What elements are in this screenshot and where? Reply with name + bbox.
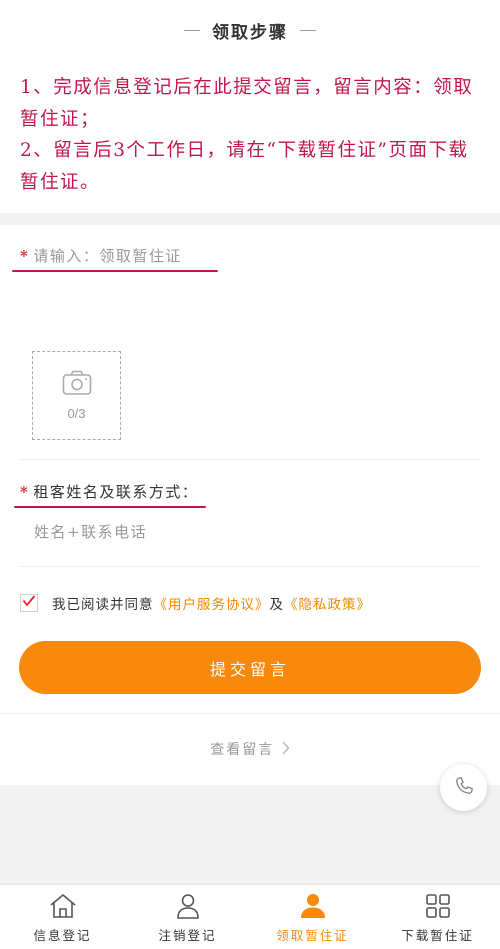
user-filled-icon [298, 891, 328, 921]
divider [20, 566, 480, 567]
tenant-underline [14, 506, 206, 508]
phone-call-button[interactable] [440, 764, 487, 811]
divider [0, 713, 500, 714]
camera-icon [62, 370, 92, 400]
terms-link[interactable]: 《用户服务协议》 [154, 593, 270, 613]
grid-icon [423, 891, 453, 921]
upload-count: 0/3 [67, 406, 86, 421]
steps-instructions: 1、完成信息登记后在此提交留言，留言内容：领取暂住证； 2、留言后3个工作日，请… [0, 60, 500, 213]
step-1: 1、完成信息登记后在此提交留言，留言内容：领取暂住证； [20, 77, 474, 130]
agreement-checkbox[interactable] [20, 594, 38, 612]
title-right-dash [300, 29, 316, 31]
user-icon [173, 891, 203, 921]
section-title: 领取步骤 [212, 22, 288, 43]
image-upload-button[interactable]: 0/3 [32, 351, 121, 440]
title-left-dash [184, 29, 200, 31]
bottom-tab-bar: 信息登记 注销登记 领取暂住证 下载暂住证 [0, 884, 500, 949]
required-mark: * [20, 483, 30, 501]
agreement-row: 我已阅读并同意 《用户服务协议》 及 《隐私政策》 [20, 593, 371, 613]
section-header: 领取步骤 [0, 0, 500, 60]
check-icon [22, 595, 36, 611]
required-mark: * [20, 247, 30, 265]
tab-label: 领取暂住证 [276, 928, 349, 943]
home-icon [48, 891, 78, 921]
tab-download-permit[interactable]: 下载暂住证 [375, 885, 500, 949]
tenant-label: 租客姓名及联系方式： [33, 483, 199, 501]
privacy-link[interactable]: 《隐私政策》 [284, 593, 371, 613]
submit-button[interactable]: 提交留言 [19, 641, 481, 694]
tenant-input[interactable]: 姓名+联系电话 [34, 521, 147, 542]
tab-label: 下载暂住证 [401, 928, 474, 943]
step-2: 2、留言后3个工作日，请在“下载暂住证”页面下载暂住证。 [20, 140, 469, 193]
tenant-field-label: * 租客姓名及联系方式： [20, 481, 198, 502]
tab-info-register[interactable]: 信息登记 [0, 885, 125, 949]
view-messages-label: 查看留言 [210, 742, 275, 758]
tab-get-permit[interactable]: 领取暂住证 [250, 885, 375, 949]
chevron-right-icon [281, 741, 290, 758]
divider [20, 459, 480, 460]
tab-cancel-register[interactable]: 注销登记 [125, 885, 250, 949]
tab-label: 信息登记 [33, 928, 92, 943]
view-messages-link[interactable]: 查看留言 [0, 739, 500, 759]
tab-label: 注销登记 [158, 928, 217, 943]
message-underline [12, 270, 218, 272]
agreement-prefix: 我已阅读并同意 [52, 597, 154, 613]
agreement-and: 及 [269, 597, 284, 613]
phone-icon [453, 775, 475, 801]
message-input[interactable]: * 请输入：领取暂住证 [20, 245, 182, 266]
message-form: * 请输入：领取暂住证 0/3 * 租客姓名及联系方式： 姓名+联系电话 我已阅读并… [0, 225, 500, 785]
message-placeholder: 请输入：领取暂住证 [33, 247, 182, 265]
